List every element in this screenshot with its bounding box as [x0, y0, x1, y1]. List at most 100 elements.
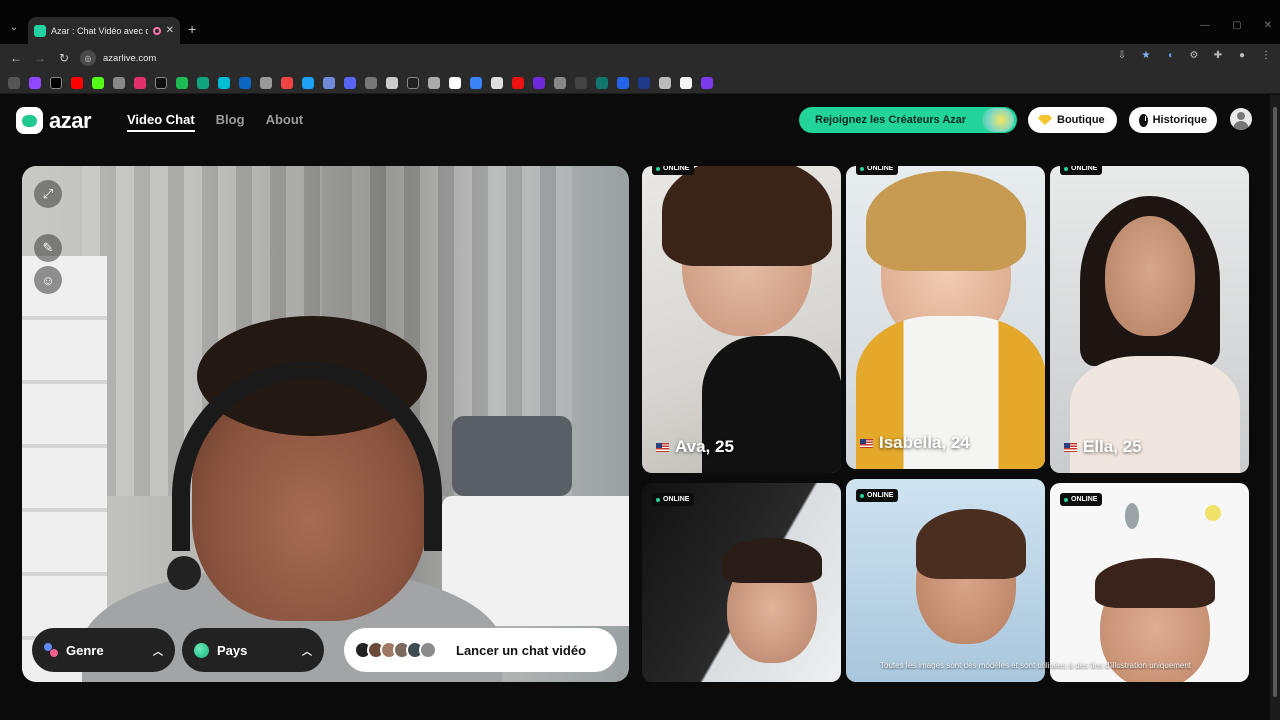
nav-video-chat[interactable]: Video Chat	[127, 112, 195, 132]
profile-photo	[662, 166, 832, 266]
close-tab-icon[interactable]: ✕	[166, 25, 174, 36]
bookmark-icon[interactable]	[302, 76, 314, 89]
kick-icon[interactable]	[92, 76, 104, 89]
profile-card[interactable]: ONLINE	[642, 483, 841, 682]
fullscreen-icon[interactable]: ⤢	[34, 180, 62, 208]
bookmark-icon[interactable]	[638, 76, 650, 89]
online-badge: ONLINE	[652, 166, 695, 175]
bookmark-icon[interactable]	[428, 76, 440, 89]
profile-card[interactable]: ONLINE Isabella, 24	[846, 166, 1045, 469]
tiktok-icon[interactable]	[155, 76, 167, 89]
history-button[interactable]: Historique	[1129, 107, 1217, 133]
self-video-preview: ⤢ ✎ ☺ Genre ︿ Pays ︿ Lancer un chat vidé…	[22, 166, 629, 682]
bookmark-icon[interactable]	[218, 76, 230, 89]
browser-tab[interactable]: Azar : Chat Vidéo avec de n ✕	[28, 17, 180, 44]
bookmark-icon[interactable]	[617, 76, 629, 89]
online-badge: ONLINE	[1060, 493, 1103, 506]
scrollbar-thumb[interactable]	[1273, 107, 1277, 697]
reload-icon[interactable]: ↻	[56, 50, 72, 66]
profile-photo	[1095, 558, 1215, 608]
profile-card[interactable]: ONLINE Ella, 25	[1050, 166, 1249, 473]
linkedin-icon[interactable]	[239, 76, 251, 89]
bookmark-icon[interactable]	[701, 76, 713, 89]
headset-mic	[167, 556, 201, 590]
twitch-icon[interactable]	[29, 76, 41, 89]
genre-label: Genre	[66, 642, 104, 658]
bookmark-icon[interactable]	[575, 76, 587, 89]
nav-blog[interactable]: Blog	[216, 112, 245, 132]
profile-card[interactable]: ONLINE	[846, 479, 1045, 682]
avatar	[419, 641, 437, 659]
bookmark-icon[interactable]	[554, 76, 566, 89]
user-avatar-icon[interactable]	[1230, 108, 1252, 130]
toolbar-actions: ⇩ ★ ◖ ⚙ ✚ ● ⋮	[1116, 50, 1272, 62]
pillow	[452, 416, 572, 496]
logo-text: azar	[49, 107, 92, 133]
maximize-icon[interactable]: ▢	[1232, 20, 1241, 31]
face-filter-icon[interactable]: ☺	[34, 266, 62, 294]
extensions-puzzle-icon[interactable]: ✚	[1212, 50, 1224, 62]
start-video-chat-button[interactable]: Lancer un chat vidéo	[344, 628, 617, 672]
bookmark-icon[interactable]	[281, 76, 293, 89]
bookmark-icon[interactable]	[386, 76, 398, 89]
close-window-icon[interactable]: ✕	[1264, 20, 1272, 31]
nav-about[interactable]: About	[266, 112, 304, 132]
page-scrollbar[interactable]	[1270, 95, 1280, 720]
genre-select[interactable]: Genre ︿	[32, 628, 175, 672]
bookmark-icon[interactable]	[512, 76, 524, 89]
install-app-icon[interactable]: ⇩	[1116, 50, 1128, 62]
bookmark-icon[interactable]	[113, 76, 125, 89]
magic-wand-icon[interactable]: ✎	[34, 234, 62, 262]
azar-page: azar Video Chat Blog About Rejoignez les…	[0, 95, 1270, 720]
back-icon[interactable]: ←	[8, 50, 24, 66]
extension-icon[interactable]: ⚙	[1188, 50, 1200, 62]
minimize-icon[interactable]: —	[1200, 20, 1210, 31]
azar-favicon-icon	[34, 24, 46, 37]
bookmark-icon[interactable]	[197, 76, 209, 89]
url-text[interactable]: azarlive.com	[103, 53, 156, 64]
bookmark-icon[interactable]	[176, 76, 188, 89]
country-select[interactable]: Pays ︿	[182, 628, 324, 672]
bookmark-icon[interactable]	[533, 76, 545, 89]
bookmark-icon[interactable]	[470, 76, 482, 89]
bookmark-icon[interactable]	[449, 76, 461, 89]
x-icon[interactable]	[50, 76, 62, 89]
bookmark-icon[interactable]	[260, 76, 272, 89]
us-flag-icon	[1064, 442, 1077, 452]
instagram-icon[interactable]	[134, 76, 146, 89]
profile-photo	[1105, 216, 1195, 336]
extension-icon[interactable]: ◖	[1164, 50, 1176, 62]
apps-grid-icon[interactable]	[8, 76, 20, 89]
azar-logo[interactable]: azar	[16, 107, 92, 134]
bookmark-icon[interactable]	[659, 76, 671, 89]
menu-kebab-icon[interactable]: ⋮	[1260, 50, 1272, 62]
bookmark-icon[interactable]	[596, 76, 608, 89]
history-label: Historique	[1152, 114, 1207, 126]
illustration-disclaimer: Toutes les images sont des modèles et so…	[880, 661, 1192, 670]
bookmark-icon[interactable]	[491, 76, 503, 89]
profile-name: Ella, 25	[1064, 437, 1142, 457]
profile-icon[interactable]: ●	[1236, 50, 1248, 62]
tab-search-icon[interactable]: ⌄	[6, 20, 22, 36]
clock-icon	[1139, 113, 1148, 127]
bookmark-icon[interactable]	[323, 76, 335, 89]
address-bar[interactable]: ◎ azarlive.com	[80, 48, 1140, 68]
browser-toolbar: ← → ↻ ◎ azarlive.com ⇩ ★ ◖ ⚙ ✚ ● ⋮	[0, 44, 1280, 72]
bookmark-icon[interactable]	[407, 76, 419, 89]
bookmark-star-icon[interactable]: ★	[1140, 50, 1152, 62]
youtube-icon[interactable]	[71, 76, 83, 89]
bookmark-icon[interactable]	[344, 76, 356, 89]
shop-button[interactable]: Boutique	[1028, 107, 1117, 133]
bookmark-icon[interactable]	[365, 76, 377, 89]
bookmark-icon[interactable]	[680, 76, 692, 89]
profile-photo	[722, 538, 822, 583]
profile-card[interactable]: ONLINE Ava, 25	[642, 166, 841, 473]
new-tab-button[interactable]: +	[188, 21, 196, 37]
site-info-icon[interactable]: ◎	[80, 50, 96, 66]
forward-icon[interactable]: →	[32, 50, 48, 66]
browser-tabstrip: ⌄ Azar : Chat Vidéo avec de n ✕ + — ▢ ✕	[0, 0, 1280, 44]
avatar-stack	[354, 641, 446, 659]
profile-card[interactable]: ONLINE	[1050, 483, 1249, 682]
start-video-chat-label: Lancer un chat vidéo	[456, 642, 587, 658]
join-creators-button[interactable]: Rejoignez les Créateurs Azar	[799, 107, 1017, 133]
